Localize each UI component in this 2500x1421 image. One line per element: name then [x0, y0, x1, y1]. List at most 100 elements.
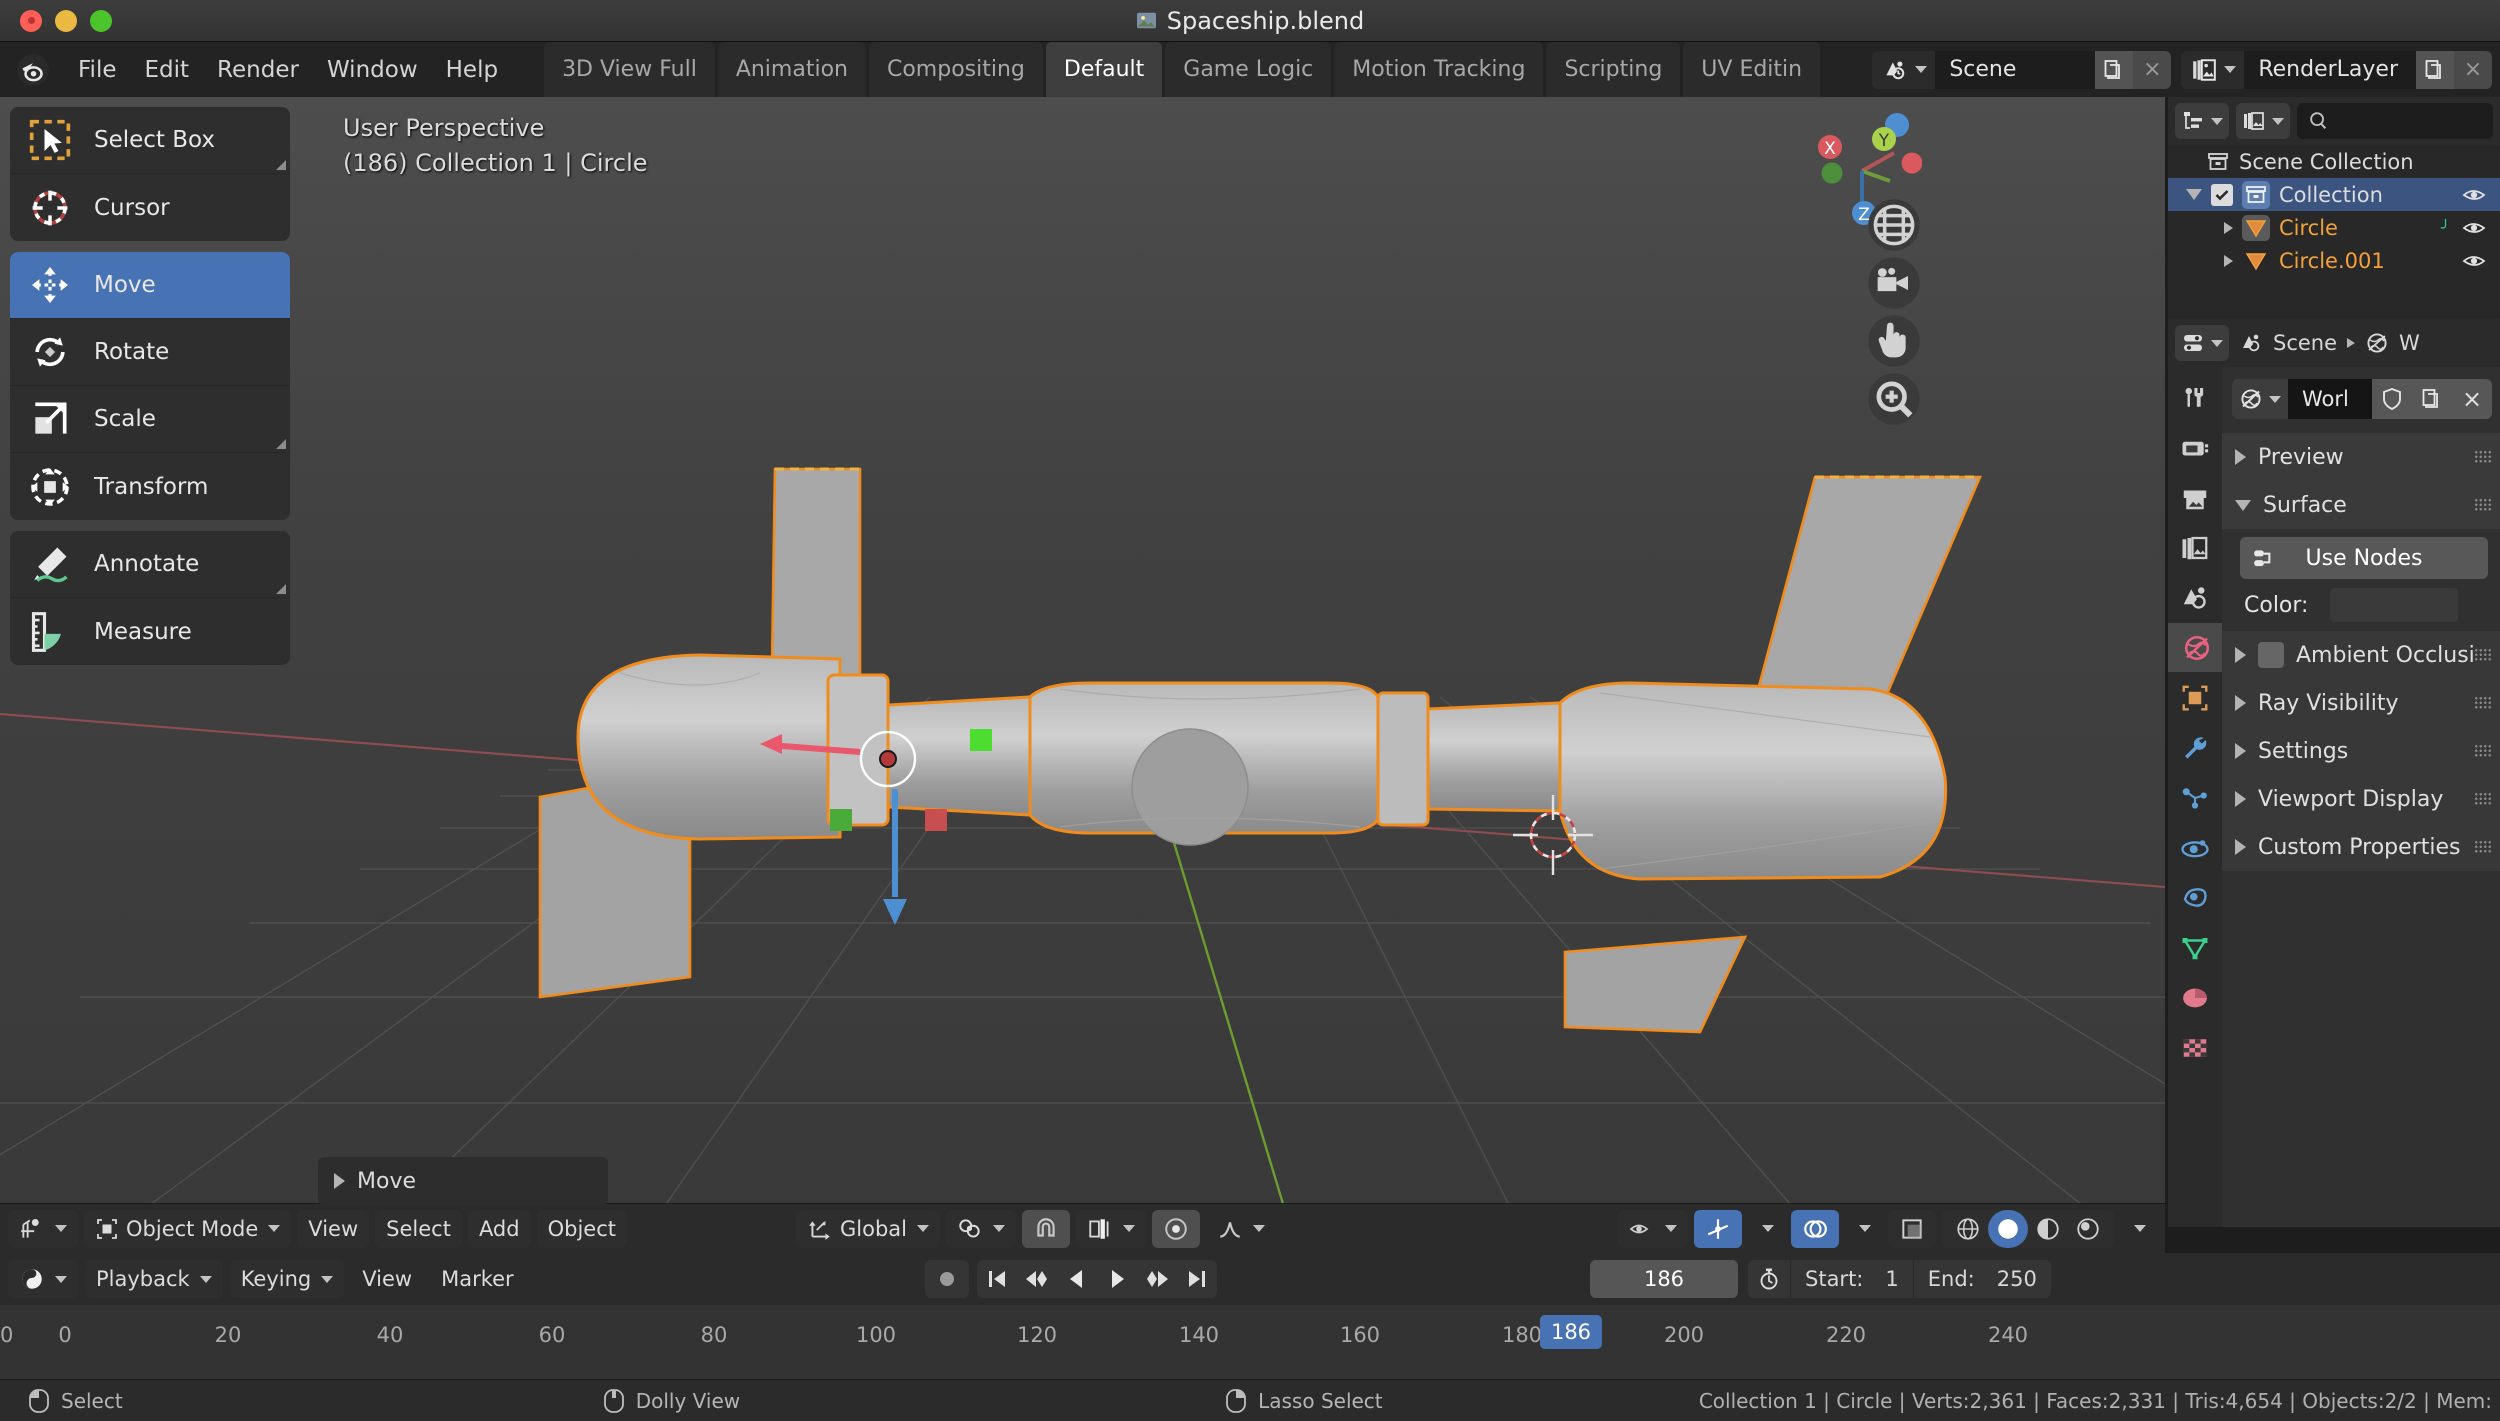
- properties-tab-tool[interactable]: [2168, 373, 2222, 422]
- workspace-tab-scripting[interactable]: Scripting: [1546, 42, 1681, 97]
- world-browse-button[interactable]: [2232, 379, 2288, 419]
- tool-rotate[interactable]: Rotate: [10, 319, 290, 386]
- outliner-filter-selector[interactable]: [2236, 103, 2290, 139]
- timeline-editor-type-selector[interactable]: [8, 1260, 78, 1298]
- properties-tab-object[interactable]: [2168, 673, 2222, 722]
- proportional-falloff-selector[interactable]: [1206, 1210, 1276, 1248]
- camera-view-icon[interactable]: [1866, 255, 1922, 311]
- viewlayer-name-field[interactable]: RenderLayer: [2244, 50, 2416, 89]
- transform-orientation-selector[interactable]: Global: [796, 1209, 940, 1248]
- snap-toggle[interactable]: [1022, 1209, 1070, 1248]
- workspace-tab-animation[interactable]: Animation: [717, 42, 866, 97]
- viewlayer-browse-button[interactable]: [2181, 50, 2245, 89]
- color-swatch[interactable]: [2330, 588, 2459, 622]
- properties-editor-type-selector[interactable]: [2175, 325, 2229, 361]
- viewport-3d[interactable]: User Perspective (186) Collection 1 | Ci…: [0, 97, 2165, 1227]
- shading-material-button[interactable]: [2028, 1210, 2068, 1248]
- scene-selector[interactable]: Scene ×: [1872, 50, 2172, 89]
- jump-to-start-button[interactable]: [977, 1260, 1017, 1298]
- properties-breadcrumb-scene[interactable]: Scene: [2273, 331, 2337, 355]
- shading-rendered-button[interactable]: [2068, 1210, 2108, 1248]
- expander-right-icon[interactable]: [2224, 254, 2233, 267]
- current-frame-field[interactable]: 186: [1590, 1260, 1738, 1298]
- viewport-menu-object[interactable]: Object: [536, 1209, 628, 1248]
- timeline-menu-playback[interactable]: Playback: [85, 1260, 223, 1298]
- workspace-tab-3d-view-full[interactable]: 3D View Full: [544, 42, 715, 97]
- properties-tab-particles[interactable]: [2168, 773, 2222, 822]
- menu-window[interactable]: Window: [313, 51, 432, 89]
- shading-solid-button[interactable]: [1988, 1209, 2028, 1248]
- expander-right-icon[interactable]: [2224, 221, 2233, 234]
- properties-breadcrumb-world[interactable]: W: [2399, 331, 2420, 355]
- prev-keyframe-button[interactable]: [1017, 1260, 1057, 1298]
- properties-tab-render[interactable]: [2168, 423, 2222, 472]
- snap-target-selector[interactable]: [1076, 1209, 1146, 1248]
- panel-header-ray-visibility[interactable]: Ray Visibility: [2222, 679, 2500, 727]
- shading-wireframe-button[interactable]: [1948, 1210, 1988, 1248]
- new-viewlayer-button[interactable]: [2416, 50, 2454, 89]
- outliner-display-mode-selector[interactable]: [2175, 103, 2229, 139]
- object-visibility-selector[interactable]: [1618, 1209, 1688, 1248]
- properties-tab-scene[interactable]: [2168, 573, 2222, 622]
- properties-tab-modifier[interactable]: [2168, 723, 2222, 772]
- panel-header-settings[interactable]: Settings: [2222, 727, 2500, 775]
- gizmo-options[interactable]: [1748, 1210, 1785, 1248]
- tool-transform[interactable]: Transform: [10, 453, 290, 520]
- menu-render[interactable]: Render: [203, 51, 313, 89]
- remove-viewlayer-button[interactable]: ×: [2454, 50, 2492, 89]
- properties-tab-constraints[interactable]: [2168, 873, 2222, 922]
- ambient-occlusion-checkbox[interactable]: [2258, 642, 2284, 668]
- viewport-menu-select[interactable]: Select: [375, 1209, 462, 1248]
- workspace-tab-compositing[interactable]: Compositing: [868, 42, 1043, 97]
- properties-editor[interactable]: Scene W Worl × Preview Surface Use Nodes…: [2168, 319, 2500, 1227]
- timeline-menu-keying[interactable]: Keying: [229, 1260, 345, 1298]
- use-nodes-button[interactable]: Use Nodes: [2240, 537, 2488, 579]
- outliner-row-circle-001[interactable]: Circle.001: [2168, 244, 2500, 277]
- tool-expand-corner[interactable]: [276, 439, 286, 449]
- overlays-options[interactable]: [1845, 1210, 1882, 1248]
- next-keyframe-button[interactable]: [1137, 1260, 1177, 1298]
- panel-header-viewport-display[interactable]: Viewport Display: [2222, 775, 2500, 823]
- tool-cursor[interactable]: Cursor: [10, 174, 290, 241]
- panel-header-ambient-occlusion[interactable]: Ambient Occlusi: [2222, 631, 2500, 679]
- proportional-editing-toggle[interactable]: [1152, 1209, 1200, 1248]
- operator-redo-panel[interactable]: Move: [318, 1157, 608, 1205]
- outliner-row-circle[interactable]: Circle ╯: [2168, 211, 2500, 244]
- visibility-toggle[interactable]: [2462, 251, 2488, 271]
- outliner-search-input[interactable]: [2297, 103, 2493, 139]
- unlink-scene-button[interactable]: ×: [2133, 50, 2172, 89]
- workspace-tab-game-logic[interactable]: Game Logic: [1165, 42, 1332, 97]
- timeline-menu-view[interactable]: View: [351, 1260, 423, 1298]
- outliner-row-scene-collection[interactable]: Scene Collection: [2168, 145, 2500, 178]
- properties-tab-output[interactable]: [2168, 473, 2222, 522]
- play-button[interactable]: [1097, 1260, 1137, 1298]
- viewport-menu-view[interactable]: View: [297, 1209, 370, 1248]
- tool-expand-corner[interactable]: [276, 584, 286, 594]
- properties-tab-viewlayer[interactable]: [2168, 523, 2222, 572]
- viewport-menu-add[interactable]: Add: [467, 1209, 531, 1248]
- properties-tab-data[interactable]: [2168, 923, 2222, 972]
- xray-toggle[interactable]: [1888, 1209, 1936, 1248]
- fake-user-button[interactable]: [2372, 379, 2412, 419]
- workspace-tab-uv-editing[interactable]: UV Editin: [1683, 42, 1821, 97]
- blender-logo-icon[interactable]: [16, 53, 50, 87]
- unlink-world-button[interactable]: ×: [2452, 379, 2492, 419]
- auto-keying-toggle[interactable]: [925, 1260, 969, 1298]
- properties-tab-material[interactable]: [2168, 973, 2222, 1022]
- shading-options[interactable]: [2120, 1210, 2157, 1248]
- outliner-editor[interactable]: Scene Collection Collection Circle ╯ Cir…: [2168, 97, 2500, 319]
- tool-expand-corner[interactable]: [276, 160, 286, 170]
- frame-start-field[interactable]: Start: 1: [1791, 1260, 1914, 1298]
- play-reverse-button[interactable]: [1057, 1260, 1097, 1298]
- timeline-editor[interactable]: Playback Keying View Marker 186 Start: 1…: [0, 1253, 2500, 1379]
- visibility-toggle[interactable]: [2462, 185, 2488, 205]
- gizmo-toggle[interactable]: [1694, 1209, 1742, 1248]
- menu-edit[interactable]: Edit: [131, 51, 204, 89]
- timeline-playhead[interactable]: 186: [1539, 1315, 1603, 1349]
- use-preview-range-toggle[interactable]: [1748, 1260, 1791, 1298]
- new-world-button[interactable]: [2412, 379, 2452, 419]
- properties-tab-world[interactable]: [2168, 623, 2222, 672]
- workspace-tab-motion-tracking[interactable]: Motion Tracking: [1334, 42, 1544, 97]
- frame-end-field[interactable]: End: 250: [1914, 1260, 2051, 1298]
- overlays-toggle[interactable]: [1791, 1209, 1839, 1248]
